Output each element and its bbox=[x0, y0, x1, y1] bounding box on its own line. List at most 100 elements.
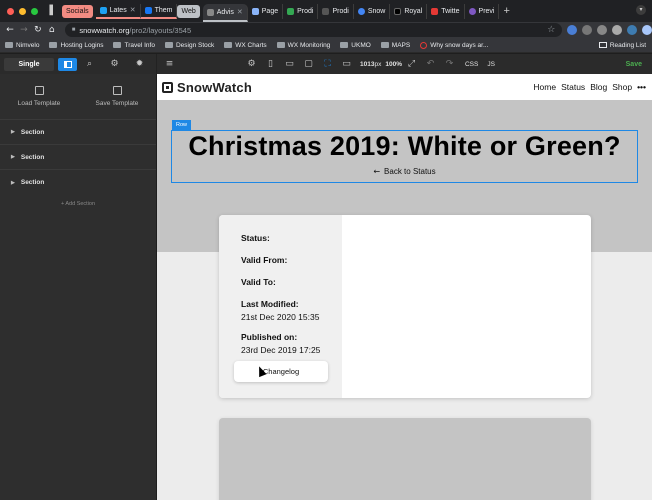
nav-home[interactable]: Home bbox=[533, 82, 556, 92]
extension-3-icon[interactable] bbox=[597, 25, 608, 35]
redo-icon[interactable]: ↷ bbox=[440, 59, 459, 69]
new-tab-button[interactable]: + bbox=[503, 5, 509, 17]
site-header: SnowWatch Home Status Blog Shop ••• bbox=[157, 74, 652, 100]
layout-columns-button[interactable] bbox=[58, 57, 77, 71]
tab-label: Page bbox=[261, 7, 279, 15]
settings-alt-icon[interactable]: ✹ bbox=[127, 59, 152, 69]
load-template-button[interactable]: Load Template bbox=[0, 74, 78, 119]
camera-extension-icon[interactable] bbox=[582, 25, 593, 35]
bookmarks-bar: Nimvelo Hosting Logins Travel Info Desig… bbox=[0, 38, 652, 53]
bookmark-folder[interactable]: Design Stock bbox=[164, 42, 214, 49]
tab-royal[interactable]: Royal bbox=[390, 3, 428, 19]
browser-toolbar: ← → ↻ ⌂ ■ snowwatch.org/pro2/layouts/354… bbox=[0, 22, 652, 38]
gear-icon[interactable]: ⚙ bbox=[102, 59, 127, 69]
tab-prodi-2[interactable]: Prodi bbox=[318, 3, 354, 19]
menu-icon[interactable]: ≡ bbox=[160, 59, 179, 69]
css-button[interactable]: CSS bbox=[465, 61, 478, 68]
extension-1-icon[interactable] bbox=[567, 25, 578, 35]
maximize-window-button[interactable] bbox=[31, 7, 38, 15]
tab-page[interactable]: Page bbox=[248, 3, 284, 19]
undo-icon[interactable]: ↶ bbox=[421, 59, 440, 69]
row-tag[interactable]: Row bbox=[172, 120, 192, 130]
js-button[interactable]: JS bbox=[487, 61, 495, 68]
bookmark-link[interactable]: Why snow days ar... bbox=[420, 41, 488, 49]
mode-single-button[interactable]: Single bbox=[4, 57, 54, 71]
fullscreen-icon[interactable]: ⤢ bbox=[402, 59, 421, 69]
status-field: Status: bbox=[241, 233, 270, 243]
expand-caret-icon[interactable]: ▶ bbox=[11, 154, 15, 160]
bookmark-star-icon[interactable]: ☆ bbox=[547, 25, 555, 35]
home-icon[interactable]: ⌂ bbox=[45, 25, 59, 35]
back-to-status-link[interactable]: ← Back to Status bbox=[171, 167, 638, 176]
extension-5-icon[interactable] bbox=[627, 25, 638, 35]
snowwatch-logo-icon[interactable] bbox=[162, 81, 173, 93]
tab-previ[interactable]: Previ bbox=[465, 3, 500, 19]
browser-tab-bar: ▐ Socials Lates ✕ Them Web Advis ✕ Page Pr… bbox=[0, 0, 652, 22]
section-label: Section bbox=[20, 179, 45, 186]
close-window-button[interactable] bbox=[7, 7, 14, 15]
page-favicon-icon bbox=[322, 7, 330, 15]
close-tab-icon[interactable]: ✕ bbox=[237, 8, 243, 16]
add-section-button[interactable]: + Add Section bbox=[0, 201, 156, 207]
changelog-button[interactable]: Changelog bbox=[234, 361, 328, 382]
zoom-level[interactable]: 100% bbox=[385, 61, 402, 68]
expand-caret-icon[interactable]: ▶ bbox=[11, 129, 15, 135]
bookmark-folder[interactable]: Nimvelo bbox=[5, 42, 39, 49]
expand-caret-icon[interactable]: ▶ bbox=[11, 180, 15, 186]
save-button[interactable]: Save bbox=[626, 61, 642, 68]
tab-snow[interactable]: Snow bbox=[354, 3, 391, 19]
columns-icon bbox=[63, 60, 72, 68]
nav-blog[interactable]: Blog bbox=[590, 82, 607, 92]
address-bar-input[interactable]: ■ snowwatch.org/pro2/layouts/3545 ☆ bbox=[64, 23, 563, 37]
nav-more-icon[interactable]: ••• bbox=[637, 82, 646, 92]
tab-search-dropdown-icon[interactable]: ▾ bbox=[636, 5, 646, 15]
template-actions: Load Template Save Template bbox=[0, 74, 156, 120]
laptop-device-icon[interactable]: ▢ bbox=[299, 59, 318, 69]
url-path: /pro2/layouts/3545 bbox=[129, 25, 192, 35]
canvas-width-value[interactable]: 1013px bbox=[360, 61, 381, 68]
tab-group-web[interactable]: Web bbox=[177, 4, 200, 18]
tab-latest[interactable]: Lates ✕ bbox=[95, 3, 141, 19]
site-logo-text[interactable]: SnowWatch bbox=[177, 80, 252, 95]
mobile-device-icon[interactable]: ▯ bbox=[261, 59, 280, 69]
bookmark-label: MAPS bbox=[391, 41, 411, 49]
tab-twitter[interactable]: Twitte bbox=[427, 3, 465, 19]
page-title: Christmas 2019: White or Green? bbox=[188, 131, 621, 161]
forward-arrow-icon[interactable]: → bbox=[17, 25, 31, 35]
seo-settings-icon[interactable]: ⚙ bbox=[242, 59, 261, 69]
custom-size-icon[interactable]: ⛶ bbox=[318, 59, 337, 69]
bookmark-folder[interactable]: Hosting Logins bbox=[49, 42, 103, 49]
page-favicon-icon bbox=[468, 7, 476, 15]
tab-advis[interactable]: Advis ✕ bbox=[202, 4, 248, 22]
reading-list-button[interactable]: Reading List bbox=[598, 42, 646, 49]
search-icon[interactable]: ⌕ bbox=[77, 59, 102, 69]
section-item[interactable]: ▶ Section bbox=[0, 145, 156, 170]
minimize-window-button[interactable] bbox=[19, 7, 26, 15]
bookmark-folder[interactable]: WX Charts bbox=[224, 42, 267, 49]
published-label: Published on: bbox=[241, 332, 298, 342]
tab-group-socials[interactable]: Socials bbox=[62, 4, 93, 18]
reload-icon[interactable]: ↻ bbox=[31, 25, 45, 35]
nav-shop[interactable]: Shop bbox=[612, 82, 632, 92]
tablet-device-icon[interactable]: ▭ bbox=[280, 59, 299, 69]
section-item[interactable]: ▶ Section bbox=[0, 120, 156, 145]
nav-status[interactable]: Status bbox=[561, 82, 585, 92]
back-arrow-icon[interactable]: ← bbox=[3, 25, 17, 35]
desktop-device-icon[interactable]: ▭ bbox=[337, 59, 356, 69]
bookmark-folder[interactable]: UKMO bbox=[340, 42, 371, 49]
extension-4-icon[interactable] bbox=[612, 25, 623, 35]
page-favicon-icon bbox=[251, 7, 259, 15]
bookmark-folder[interactable]: MAPS bbox=[380, 41, 411, 49]
site-nav: Home Status Blog Shop ••• bbox=[533, 82, 646, 92]
tab-them[interactable]: Them bbox=[140, 3, 178, 19]
tab-search-icon[interactable]: ▐ bbox=[46, 6, 56, 16]
bookmark-folder[interactable]: WX Monitoring bbox=[276, 42, 330, 49]
width-unit: px bbox=[374, 60, 382, 68]
bookmark-folder[interactable]: Travel Info bbox=[113, 42, 155, 49]
snowflake-extension-icon[interactable] bbox=[642, 25, 652, 35]
tab-label: Advis bbox=[216, 8, 234, 16]
section-item[interactable]: ▶ Section bbox=[0, 170, 156, 195]
tab-prodi-1[interactable]: Prodi bbox=[283, 3, 319, 19]
close-tab-icon[interactable]: ✕ bbox=[130, 6, 136, 14]
save-template-button[interactable]: Save Template bbox=[78, 74, 156, 119]
